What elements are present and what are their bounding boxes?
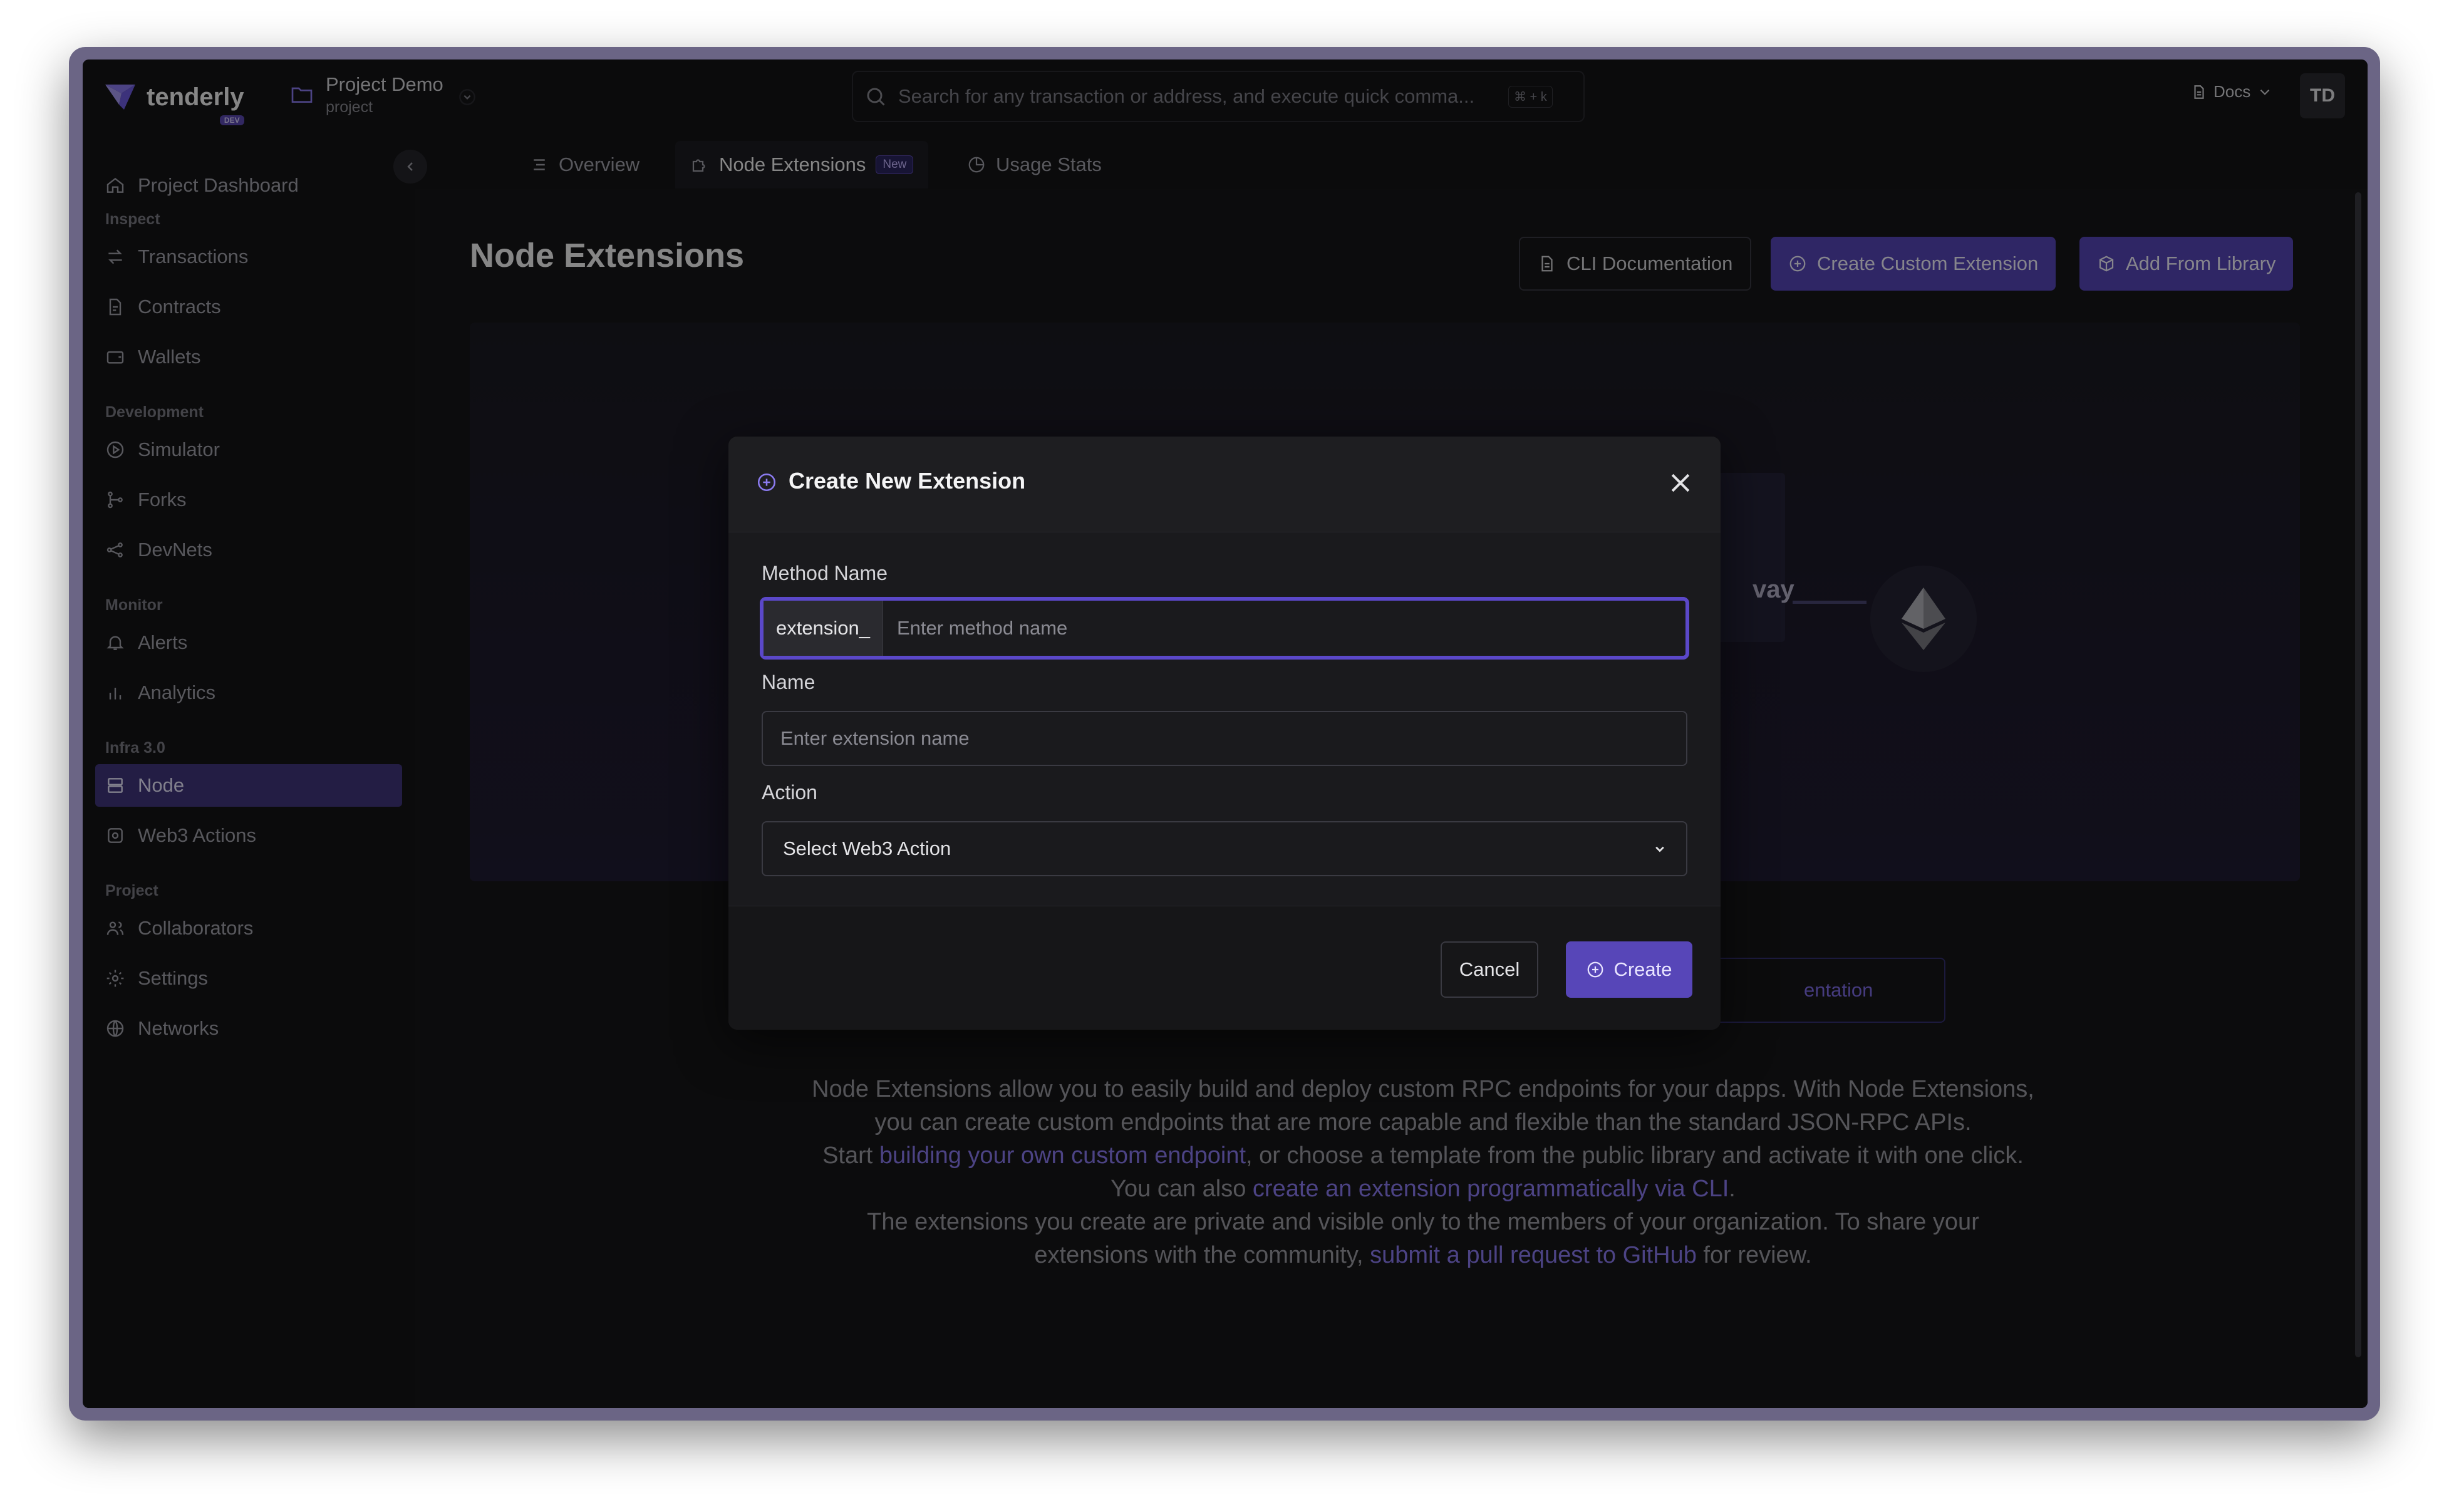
cancel-button[interactable]: Cancel: [1441, 941, 1538, 998]
modal-header: Create New Extension: [728, 437, 1721, 532]
method-name-input[interactable]: [883, 601, 1685, 656]
method-prefix: extension_: [764, 601, 883, 656]
modal-title: Create New Extension: [789, 468, 1026, 494]
select-value: Select Web3 Action: [783, 837, 951, 859]
web3-action-select[interactable]: Select Web3 Action: [762, 821, 1687, 876]
app-window: tenderly DEV Project Demo project Search…: [83, 60, 2368, 1408]
close-icon[interactable]: [1667, 469, 1694, 497]
create-extension-modal: Create New Extension Method Name extensi…: [728, 437, 1721, 1030]
method-name-label: Method Name: [762, 562, 888, 584]
name-label: Name: [762, 671, 815, 693]
action-label: Action: [762, 781, 817, 804]
method-name-field: extension_: [760, 597, 1689, 660]
chevron-down-icon: [1655, 846, 1664, 852]
extension-name-input[interactable]: [762, 711, 1687, 766]
plus-circle-icon: [1588, 961, 1603, 978]
create-button[interactable]: Create: [1566, 941, 1692, 998]
plus-circle-icon: [757, 473, 776, 492]
